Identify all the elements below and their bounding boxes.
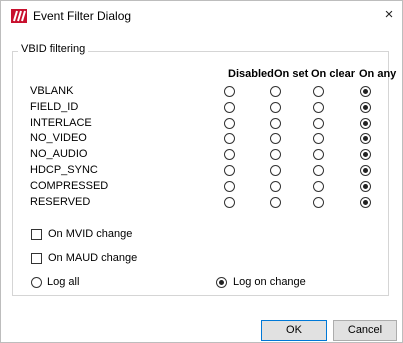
on-set-radio[interactable]: [270, 165, 281, 176]
on-any-radio[interactable]: [360, 197, 371, 208]
on-clear-radio[interactable]: [313, 133, 324, 144]
disabled-radio[interactable]: [224, 86, 235, 97]
mvid-change-label: On MVID change: [48, 228, 133, 240]
column-header-disabled: Disabled: [228, 68, 274, 80]
mvid-change-checkbox[interactable]: [31, 229, 42, 240]
row-label: INTERLACE: [30, 117, 92, 129]
disabled-radio[interactable]: [224, 118, 235, 129]
log-all-label: Log all: [47, 276, 80, 288]
column-header-on-set: On set: [274, 68, 309, 80]
log-all-radio[interactable]: [31, 277, 42, 288]
on-set-radio[interactable]: [270, 86, 281, 97]
disabled-radio[interactable]: [224, 165, 235, 176]
on-set-radio[interactable]: [270, 118, 281, 129]
row-label: HDCP_SYNC: [30, 164, 98, 176]
on-any-radio[interactable]: [360, 149, 371, 160]
row-label: FIELD_ID: [30, 101, 79, 113]
app-logo-icon: [11, 9, 27, 23]
row-label: NO_VIDEO: [30, 132, 87, 144]
disabled-radio[interactable]: [224, 197, 235, 208]
on-clear-radio[interactable]: [313, 118, 324, 129]
on-any-radio[interactable]: [360, 86, 371, 97]
log-on-change-label: Log on change: [233, 276, 306, 288]
row-label: NO_AUDIO: [30, 148, 88, 160]
row-label: RESERVED: [30, 196, 91, 208]
cancel-button[interactable]: Cancel: [333, 320, 397, 341]
row-label: COMPRESSED: [30, 180, 109, 192]
close-icon[interactable]: ×: [381, 6, 397, 24]
on-clear-radio[interactable]: [313, 181, 324, 192]
on-any-radio[interactable]: [360, 165, 371, 176]
disabled-radio[interactable]: [224, 102, 235, 113]
column-header-on-any: On any: [359, 68, 397, 80]
on-clear-radio[interactable]: [313, 165, 324, 176]
on-set-radio[interactable]: [270, 181, 281, 192]
on-set-radio[interactable]: [270, 197, 281, 208]
disabled-radio[interactable]: [224, 133, 235, 144]
row-label: VBLANK: [30, 85, 74, 97]
ok-button[interactable]: OK: [261, 320, 327, 341]
on-set-radio[interactable]: [270, 149, 281, 160]
on-clear-radio[interactable]: [313, 197, 324, 208]
title-bar: Event Filter Dialog ×: [1, 1, 402, 31]
disabled-radio[interactable]: [224, 181, 235, 192]
on-any-radio[interactable]: [360, 133, 371, 144]
maud-change-checkbox[interactable]: [31, 253, 42, 264]
group-title: VBID filtering: [18, 43, 89, 55]
on-clear-radio[interactable]: [313, 86, 324, 97]
on-any-radio[interactable]: [360, 181, 371, 192]
on-clear-radio[interactable]: [313, 102, 324, 113]
on-set-radio[interactable]: [270, 133, 281, 144]
on-set-radio[interactable]: [270, 102, 281, 113]
column-header-on-clear: On clear: [311, 68, 356, 80]
maud-change-label: On MAUD change: [48, 252, 138, 264]
on-any-radio[interactable]: [360, 118, 371, 129]
disabled-radio[interactable]: [224, 149, 235, 160]
on-clear-radio[interactable]: [313, 149, 324, 160]
window-title: Event Filter Dialog: [33, 9, 132, 23]
on-any-radio[interactable]: [360, 102, 371, 113]
log-on-change-radio[interactable]: [216, 277, 227, 288]
